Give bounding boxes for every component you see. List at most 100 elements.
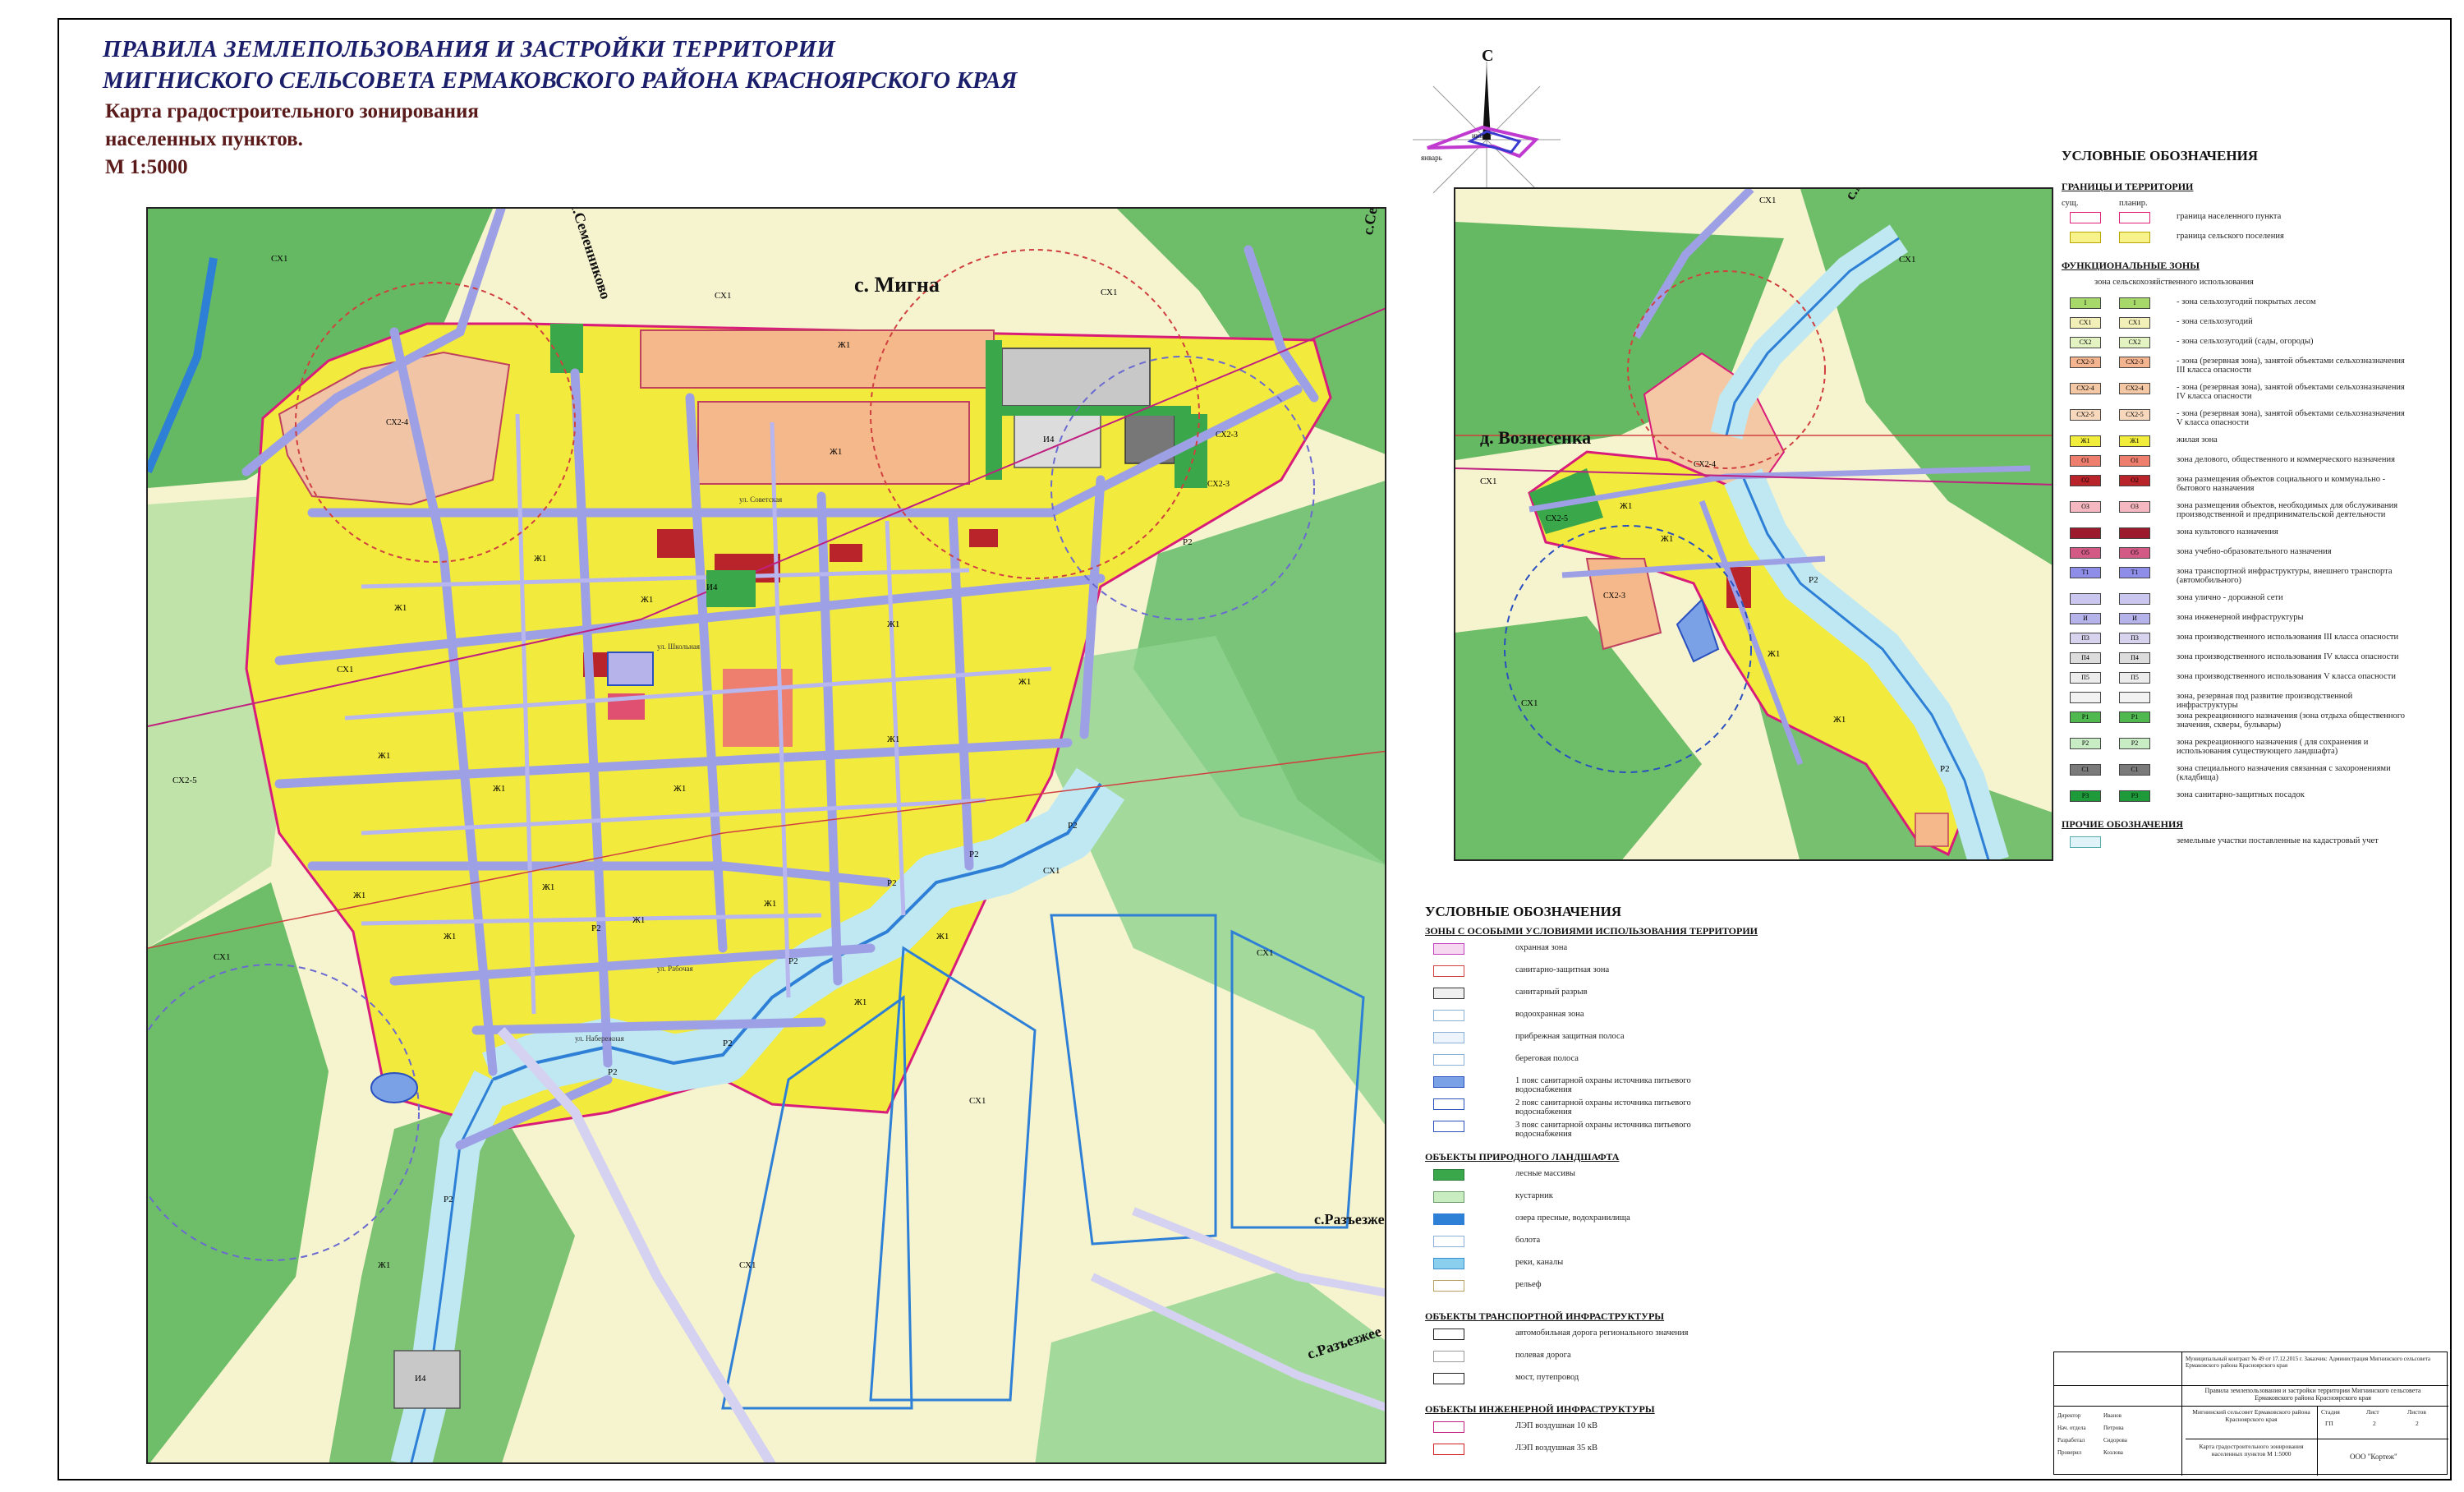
legend-col-header: планир. (2119, 199, 2148, 208)
legend-item-label: - зона (резервная зона), занятой объекта… (2177, 383, 2405, 401)
legend-right: УСЛОВНЫЕ ОБОЗНАЧЕНИЯ ГРАНИЦЫ И ТЕРРИТОРИИ… (2062, 148, 2448, 887)
zone-label: СХ1 (1899, 255, 1916, 265)
title-block-val: ГП (2325, 1420, 2333, 1427)
legend-item-label: - зона (резервная зона), занятой объекта… (2177, 409, 2405, 427)
legend-section-title: ОБЪЕКТЫ ПРИРОДНОГО ЛАНДШАФТА (1425, 1151, 1620, 1163)
legend-swatch (1433, 1213, 1464, 1225)
street-label: ул. Рабочая (657, 965, 693, 973)
title-block-role: Нач. отдела (2057, 1425, 2086, 1431)
title-block-col: Листов (2407, 1408, 2426, 1416)
legend-section-title: ЗОНЫ С ОСОБЫМИ УСЛОВИЯМИ ИСПОЛЬЗОВАНИЯ Т… (1425, 925, 1758, 937)
legend-swatch: Ж1 (2070, 435, 2101, 447)
legend-zone-code: I (2133, 299, 2136, 306)
legend-section-title: ПРОЧИЕ ОБОЗНАЧЕНИЯ (2062, 818, 2183, 830)
zone-label: СХ2-3 (1216, 431, 1238, 440)
title-block-name: Петрова (2103, 1425, 2124, 1431)
zone-label: Ж1 (444, 932, 457, 942)
legend-item-label: зона транспортной инфраструктуры, внешне… (2177, 567, 2393, 585)
zone-label: Р2 (591, 923, 601, 933)
zone-label: СХ1 (1480, 477, 1497, 486)
zone-label: Р2 (788, 956, 798, 966)
legend-swatch: Т1 (2070, 567, 2101, 578)
legend-swatch (1433, 965, 1464, 977)
legend-zone-code: С1 (2131, 766, 2139, 773)
legend-item-label: - зона сельхозугодий (сады, огороды) (2177, 337, 2314, 346)
legend-swatch: СХ2-4 (2070, 383, 2101, 394)
legend-zone-code: О1 (2081, 457, 2089, 464)
legend-swatch: СХ2 (2070, 337, 2101, 348)
legend-swatch: П5 (2119, 672, 2150, 684)
legend-swatch: Р3 (2070, 790, 2101, 802)
zone-label: Р2 (1940, 764, 1950, 774)
zone-label: Ж1 (1661, 534, 1674, 544)
title-block-org: ООО "Кортеж" (2350, 1453, 2397, 1461)
legend-swatch: СХ2-5 (2119, 409, 2150, 421)
map-title-line1: ПРАВИЛА ЗЕМЛЕПОЛЬЗОВАНИЯ И ЗАСТРОЙКИ ТЕР… (103, 36, 836, 62)
legend-item-label: земельные участки поставленные на кадаст… (2177, 836, 2379, 845)
legend-zone-code: О5 (2131, 549, 2139, 556)
legend-zone-code: Ж1 (2130, 437, 2140, 444)
legend-swatch (1433, 1098, 1464, 1110)
legend-item-label: 1 пояс санитарной охраны источника питье… (1515, 1076, 1691, 1094)
legend-swatch (1433, 1054, 1464, 1066)
legend-item-label: - зона сельхозугодий покрытых лесом (2177, 297, 2316, 306)
zone-label: Ж1 (887, 734, 900, 744)
legend-swatch (2070, 836, 2101, 848)
inset-map[interactable]: д. Вознесенка с.Мигна СХ1 СХ1 СХ1 СХ1 Ж1… (1454, 187, 2053, 861)
legend-swatch: СХ1 (2070, 317, 2101, 329)
inset-settlement-label: д. Вознесенка (1480, 427, 1592, 448)
legend-swatch (1433, 1444, 1464, 1455)
legend-swatch (1433, 1121, 1464, 1132)
legend-item-label: зона производственного использования V к… (2177, 672, 2397, 681)
title-block-sheet: Мигнинский сельсовет Ермаковского района… (2192, 1408, 2310, 1423)
zone-label: Ж1 (1833, 715, 1846, 725)
title-block-val: 2 (2416, 1420, 2419, 1427)
street-label: ул. Советская (739, 495, 783, 504)
zone-label: Ж1 (1018, 677, 1032, 687)
legend-swatch: Р1 (2119, 711, 2150, 723)
legend-swatch: СХ1 (2119, 317, 2150, 329)
title-block-role: Директор (2057, 1412, 2081, 1419)
legend-item-label: - зона сельхозугодий (2177, 317, 2253, 326)
legend-item-label: ЛЭП воздушная 10 кВ (1515, 1421, 1597, 1430)
legend-item-label: полевая дорога (1515, 1351, 1571, 1360)
title-block-name: Сидорова (2103, 1437, 2127, 1444)
legend-item-label: граница сельского поселения (2177, 232, 2284, 241)
zone-label: Ж1 (936, 932, 949, 942)
road-label: с.Разъезжее (1314, 1211, 1386, 1227)
legend-swatch (1433, 943, 1464, 955)
legend-zone-code: Р2 (2131, 739, 2139, 747)
legend-swatch: СХ2-5 (2070, 409, 2101, 421)
legend-swatch (1433, 1421, 1464, 1433)
zone-label: СХ2-3 (1603, 592, 1625, 601)
compass-jan-label: январь (1421, 154, 1442, 162)
legend-item-label: зона, резервная под развитие производств… (2177, 692, 2353, 710)
legend-item-label: 2 пояс санитарной охраны источника питье… (1515, 1098, 1691, 1117)
zone-label: И4 (1043, 435, 1055, 444)
legend-item-label: зона специального назначения связанная с… (2177, 764, 2391, 782)
zone-label: Ж1 (394, 603, 407, 613)
legend-zone-code: О3 (2131, 503, 2139, 510)
legend-swatch: И (2119, 613, 2150, 624)
legend-item-label: санитарный разрыв (1515, 988, 1588, 997)
compass-north-label: С (1482, 49, 1493, 65)
legend-zone-code: СХ1 (2079, 319, 2092, 326)
main-map[interactable]: с. Мигна с.Семенниково с.Семенниково с.Р… (146, 207, 1386, 1464)
legend-item-label: зона производственного использования III… (2177, 633, 2399, 642)
legend-swatch (1433, 1010, 1464, 1021)
legend-swatch: П4 (2070, 652, 2101, 664)
legend-item-label: граница населенного пункта (2177, 212, 2282, 221)
legend-item-label: мост, путепровод (1515, 1373, 1579, 1382)
zone-label: СХ1 (1043, 866, 1060, 876)
zone-label: СХ1 (1101, 288, 1118, 297)
legend-swatch (1433, 1329, 1464, 1340)
legend-section-title: ГРАНИЦЫ И ТЕРРИТОРИИ (2062, 181, 2194, 192)
zone-label: Ж1 (830, 447, 843, 457)
legend-zone-code: Р3 (2081, 792, 2089, 799)
zone-label: Ж1 (378, 1260, 391, 1270)
legend-swatch: О3 (2119, 501, 2150, 513)
zone-label: Ж1 (673, 784, 687, 794)
legend-item-label: озера пресные, водохранилища (1515, 1213, 1630, 1223)
zone-label: Р2 (444, 1195, 453, 1204)
zone-label: Ж1 (764, 899, 777, 909)
